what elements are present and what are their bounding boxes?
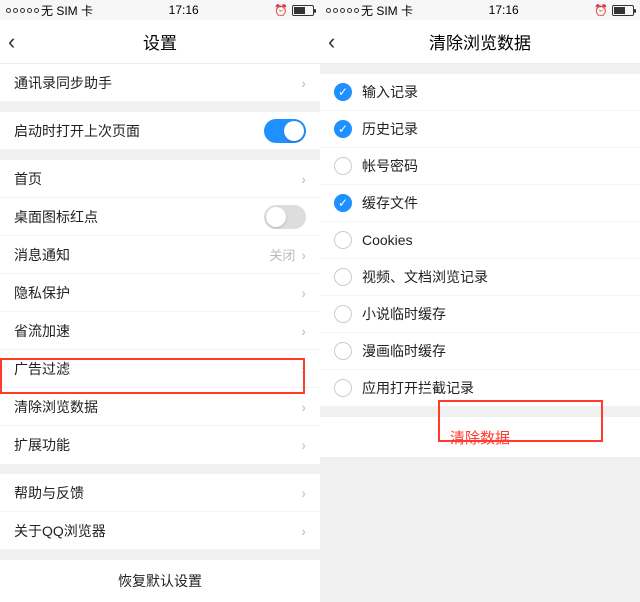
row-label: 省流加速 [14,321,70,341]
checkbox-unchecked-icon[interactable] [334,305,352,323]
clock-label: 17:16 [169,3,199,17]
checkbox-unchecked-icon[interactable] [334,268,352,286]
carrier-label: 无 SIM 卡 [41,2,93,19]
checkbox-unchecked-icon[interactable] [334,342,352,360]
chevron-right-icon: › [301,437,306,453]
chevron-right-icon: › [301,399,306,415]
row-label: 启动时打开上次页面 [14,121,140,141]
check-label: Cookies [362,232,413,248]
page-title: 清除浏览数据 [429,29,531,54]
battery-icon [292,5,314,16]
clear-data-pane: 无 SIM 卡 17:16 ⏰ ‹ 清除浏览数据 ✓ 输入记录 ✓ 历史记录帐号密码 ✓… [320,0,640,569]
check-row[interactable]: 漫画临时缓存 [320,333,640,370]
row-open-last-page[interactable]: 启动时打开上次页面 [0,112,320,150]
check-row[interactable]: ✓ 历史记录 [320,111,640,148]
nav-bar: ‹ 设置 [0,20,320,64]
battery-icon [612,5,634,16]
chevron-right-icon: › [301,523,306,539]
back-icon[interactable]: ‹ [8,29,15,55]
settings-row[interactable]: 首页 › [0,160,320,198]
row-label: 首页 [14,169,42,189]
toggle-switch[interactable] [264,119,306,143]
check-label: 视频、文档浏览记录 [362,267,488,287]
settings-row[interactable]: 隐私保护 › [0,274,320,312]
chevron-right-icon: › [301,361,306,377]
check-row[interactable]: 视频、文档浏览记录 [320,259,640,296]
back-icon[interactable]: ‹ [328,29,335,55]
checkbox-unchecked-icon[interactable] [334,231,352,249]
row-label: 桌面图标红点 [14,207,98,227]
chevron-right-icon: › [301,285,306,301]
chevron-right-icon: › [301,485,306,501]
check-row[interactable]: Cookies [320,222,640,259]
status-bar: 无 SIM 卡 17:16 ⏰ [320,0,640,20]
nav-bar: ‹ 清除浏览数据 [320,20,640,64]
checkbox-checked-icon[interactable]: ✓ [334,83,352,101]
chevron-right-icon: › [301,75,306,91]
chevron-right-icon: › [301,247,306,263]
check-label: 应用打开拦截记录 [362,378,474,398]
reset-defaults-button[interactable]: 恢复默认设置 [0,560,320,602]
carrier-label: 无 SIM 卡 [361,2,413,19]
check-label: 漫画临时缓存 [362,341,446,361]
check-label: 历史记录 [362,119,418,139]
check-row[interactable]: ✓ 输入记录 [320,74,640,111]
page-title: 设置 [143,29,177,54]
settings-row[interactable]: 清除浏览数据 › [0,388,320,426]
row-help-feedback[interactable]: 帮助与反馈 › [0,474,320,512]
settings-row[interactable]: 广告过滤 › [0,350,320,388]
settings-row[interactable]: 桌面图标红点 [0,198,320,236]
settings-pane: 无 SIM 卡 17:16 ⏰ ‹ 设置 通讯录同步助手 › 启动时打开上次页面… [0,0,320,569]
row-label: 消息通知 [14,245,70,265]
check-row[interactable]: 帐号密码 [320,148,640,185]
row-contacts-sync[interactable]: 通讯录同步助手 › [0,64,320,102]
row-label: 清除浏览数据 [14,397,98,417]
alarm-icon: ⏰ [274,4,288,17]
row-label: 广告过滤 [14,359,70,379]
alarm-icon: ⏰ [594,4,608,17]
chevron-right-icon: › [301,171,306,187]
settings-row[interactable]: 消息通知 关闭 › [0,236,320,274]
check-row[interactable]: ✓ 缓存文件 [320,185,640,222]
status-bar: 无 SIM 卡 17:16 ⏰ [0,0,320,20]
check-label: 输入记录 [362,82,418,102]
row-label: 通讯录同步助手 [14,73,112,93]
settings-row[interactable]: 扩展功能 › [0,426,320,464]
row-label: 帮助与反馈 [14,483,84,503]
settings-row[interactable]: 省流加速 › [0,312,320,350]
clear-data-button[interactable]: 清除数据 [320,417,640,457]
row-label: 关于QQ浏览器 [14,521,106,541]
row-about-qq[interactable]: 关于QQ浏览器 › [0,512,320,550]
check-label: 缓存文件 [362,193,418,213]
row-detail: 关闭 [269,245,295,264]
checkbox-checked-icon[interactable]: ✓ [334,120,352,138]
checkbox-checked-icon[interactable]: ✓ [334,194,352,212]
row-label: 隐私保护 [14,283,70,303]
check-row[interactable]: 小说临时缓存 [320,296,640,333]
check-label: 帐号密码 [362,156,418,176]
checkbox-unchecked-icon[interactable] [334,157,352,175]
clock-label: 17:16 [489,3,519,17]
check-row[interactable]: 应用打开拦截记录 [320,370,640,407]
chevron-right-icon: › [301,323,306,339]
check-label: 小说临时缓存 [362,304,446,324]
row-label: 扩展功能 [14,435,70,455]
toggle-switch[interactable] [264,205,306,229]
checkbox-unchecked-icon[interactable] [334,379,352,397]
